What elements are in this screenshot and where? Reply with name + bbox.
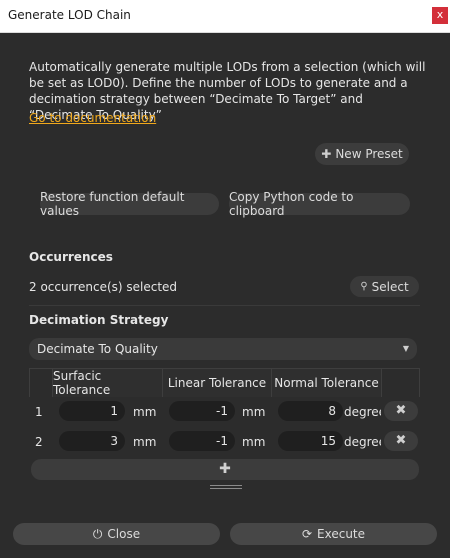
surfacic-tolerance-input[interactable]: 3	[59, 431, 125, 451]
close-label: Close	[107, 527, 141, 541]
surfacic-unit: mm	[133, 405, 157, 419]
close-icon: ✖	[395, 433, 407, 448]
occurrences-title: Occurrences	[29, 250, 113, 264]
normal-tolerance-input[interactable]: 15	[278, 431, 343, 451]
execute-button[interactable]: ⟳ Execute	[230, 523, 437, 545]
delete-row-button[interactable]: ✖	[384, 401, 418, 421]
select-label: Select	[371, 279, 409, 294]
occurrences-status: 2 occurrence(s) selected	[29, 280, 178, 294]
surfacic-tolerance-input[interactable]: 1	[59, 401, 125, 421]
row-index: 2	[35, 435, 43, 449]
window-title: Generate LOD Chain	[8, 8, 131, 22]
linear-tolerance-input[interactable]: -1	[169, 431, 235, 451]
decimation-strategy-select[interactable]: Decimate To Quality ▼	[29, 338, 417, 360]
add-row-button[interactable]: ✚	[31, 459, 419, 480]
linear-unit: mm	[242, 405, 266, 419]
close-icon: ✖	[395, 403, 407, 418]
power-icon: ⏻	[92, 526, 103, 541]
new-preset-button[interactable]: ✚ New Preset	[315, 143, 409, 165]
table-corner-cell	[29, 368, 53, 397]
copy-python-button[interactable]: Copy Python code to clipboard	[229, 190, 410, 218]
refresh-icon: ⟳	[301, 527, 313, 541]
grip-line	[210, 485, 242, 486]
linear-tolerance-input[interactable]: -1	[169, 401, 235, 421]
column-header-surfacic: Surfacic Tolerance	[53, 368, 163, 397]
decimation-strategy-value: Decimate To Quality	[37, 342, 158, 356]
title-bar: Generate LOD Chain x	[0, 0, 450, 33]
execute-label: Execute	[317, 527, 366, 541]
restore-defaults-label: Restore function default values	[40, 190, 185, 218]
column-header-normal: Normal Tolerance	[272, 368, 382, 397]
linear-unit: mm	[242, 435, 266, 449]
column-header-linear: Linear Tolerance	[163, 368, 272, 397]
delete-row-button[interactable]: ✖	[384, 431, 418, 451]
copy-python-label: Copy Python code to clipboard	[229, 190, 354, 218]
grip-line	[210, 488, 242, 489]
plus-icon: ✚	[219, 461, 231, 477]
decimation-strategy-title: Decimation Strategy	[29, 313, 169, 327]
close-button[interactable]: ⏻ Close	[13, 523, 220, 545]
surfacic-unit: mm	[133, 435, 157, 449]
select-occurrences-button[interactable]: ⚲ Select	[350, 276, 419, 297]
normal-unit: degrees	[344, 435, 381, 449]
generate-lod-chain-dialog: Generate LOD Chain x Automatically gener…	[0, 0, 450, 558]
documentation-link[interactable]: Go to documentation	[29, 111, 156, 125]
window-close-button[interactable]: x	[432, 7, 448, 24]
chevron-down-icon: ▼	[402, 344, 409, 353]
search-icon: ⚲	[360, 281, 368, 292]
column-header-actions	[382, 368, 420, 397]
normal-unit: degrees	[344, 405, 381, 419]
section-divider	[29, 305, 420, 306]
normal-tolerance-input[interactable]: 8	[278, 401, 343, 421]
row-index: 1	[35, 405, 43, 419]
plus-icon: ✚	[321, 147, 332, 161]
restore-defaults-button[interactable]: Restore function default values	[40, 190, 219, 218]
new-preset-label: New Preset	[335, 147, 403, 161]
